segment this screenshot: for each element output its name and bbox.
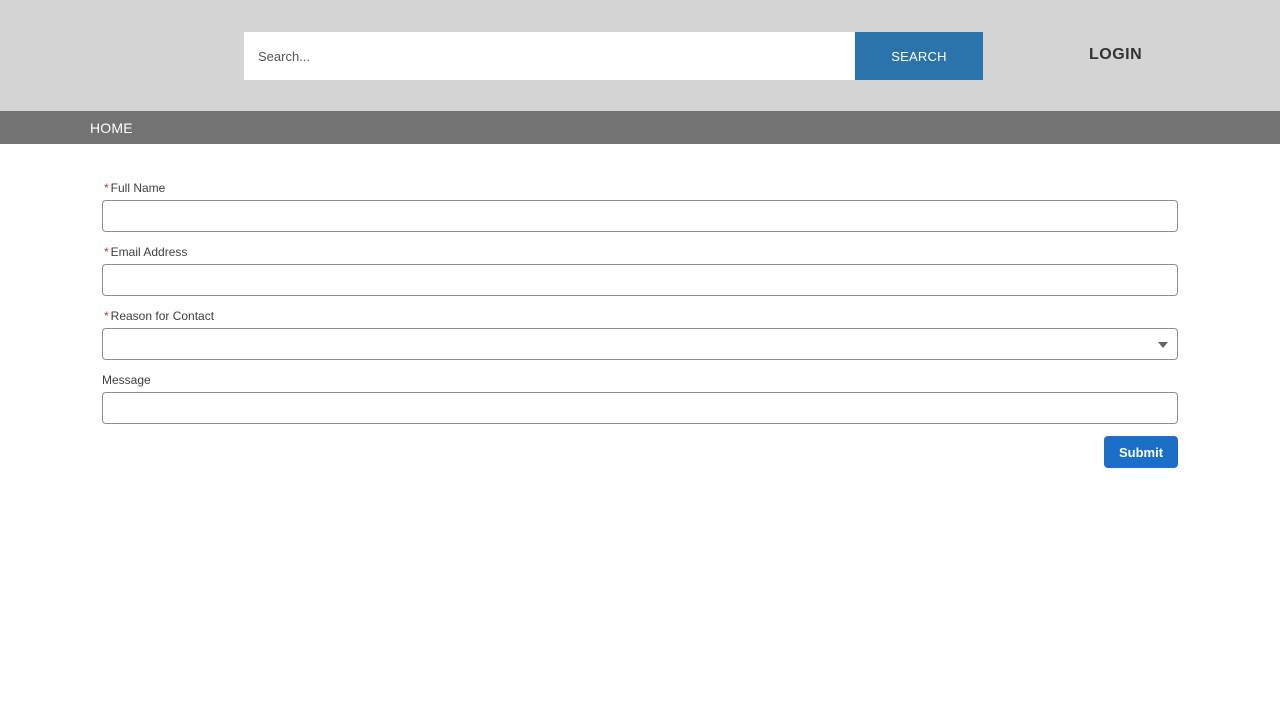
- search-bar: SEARCH: [244, 32, 983, 80]
- message-label: Message: [102, 372, 1178, 392]
- full-name-label-text: Full Name: [110, 181, 166, 195]
- login-link[interactable]: LOGIN: [1089, 46, 1142, 64]
- full-name-label: * Full Name: [102, 180, 1178, 200]
- email-label-text: Email Address: [110, 245, 188, 259]
- full-name-input[interactable]: [102, 200, 1178, 232]
- required-marker: *: [104, 309, 109, 323]
- search-input[interactable]: [244, 32, 855, 80]
- reason-field: * Reason for Contact: [102, 308, 1178, 360]
- submit-row: Submit: [102, 436, 1178, 468]
- email-label: * Email Address: [102, 244, 1178, 264]
- email-field: * Email Address: [102, 244, 1178, 296]
- required-marker: *: [104, 181, 109, 195]
- site-header: SEARCH LOGIN: [0, 0, 1280, 111]
- search-button[interactable]: SEARCH: [855, 32, 983, 80]
- contact-form: * Full Name * Email Address * Reason for Co…: [102, 180, 1178, 468]
- email-input[interactable]: [102, 264, 1178, 296]
- message-label-text: Message: [102, 373, 151, 387]
- chevron-down-icon: [1158, 342, 1168, 348]
- full-name-field: * Full Name: [102, 180, 1178, 232]
- reason-label: * Reason for Contact: [102, 308, 1178, 328]
- required-marker: *: [104, 245, 109, 259]
- reason-label-text: Reason for Contact: [110, 309, 215, 323]
- message-input[interactable]: [102, 392, 1178, 424]
- message-field: Message: [102, 372, 1178, 424]
- nav-bar: HOME: [0, 111, 1280, 144]
- nav-item-home[interactable]: HOME: [90, 120, 133, 136]
- reason-select[interactable]: [102, 328, 1178, 360]
- submit-button[interactable]: Submit: [1104, 436, 1178, 468]
